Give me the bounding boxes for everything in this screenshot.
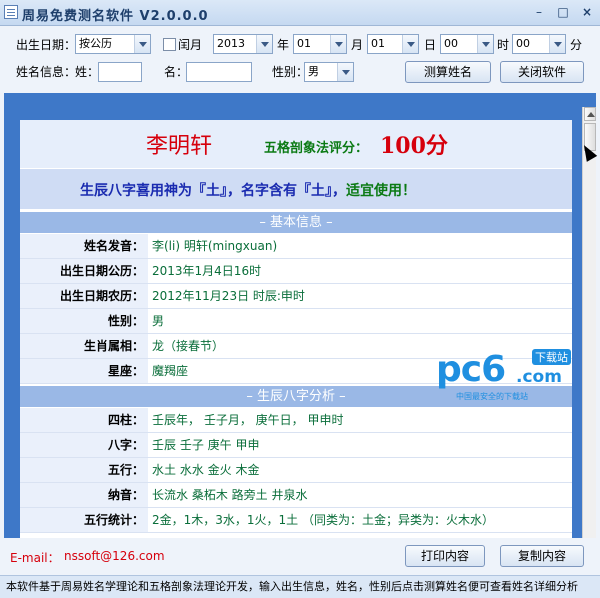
table-row: 五行统计： 2金，1木，3水，1火，1土 （同类为：土金；异类为：火木水） xyxy=(20,508,572,533)
bazi-verdict: 适宜使用！ xyxy=(346,183,416,199)
table-row: 四柱： 壬辰年， 壬子月， 庚午日， 甲申时 xyxy=(20,408,572,433)
minute-select[interactable]: 00 xyxy=(512,34,566,54)
chevron-down-icon xyxy=(549,35,565,53)
month-select[interactable]: 01 xyxy=(293,34,347,54)
status-bar: 本软件基于周易姓名学理论和五格剖象法理论开发，输入出生信息，姓名，性别后点击测算… xyxy=(0,575,600,598)
bazi-summary-text: 生辰八字喜用神为『土』，名字含有『土』，适宜使用！ xyxy=(80,183,416,199)
email-label: E-mail： xyxy=(10,551,60,565)
surname-input[interactable] xyxy=(98,62,142,82)
table-row: 出生日期公历： 2013年1月4日16时 xyxy=(20,259,572,284)
surname-label: 姓： xyxy=(75,65,100,79)
table-row: 纳音： 长流水 桑柘木 路旁土 井泉水 xyxy=(20,483,572,508)
gender-label: 性别： xyxy=(272,65,309,79)
table-row: 八字： 壬辰 壬子 庚午 甲申 xyxy=(20,433,572,458)
minute-value: 00 xyxy=(516,37,530,50)
table-row: 性别：男 xyxy=(20,309,572,334)
result-name: 李明轩 xyxy=(146,134,213,159)
gender-value: 男 xyxy=(308,65,319,78)
hour-value: 00 xyxy=(444,37,458,50)
result-header: 李明轩 五格剖象法评分： 100分 xyxy=(20,120,572,168)
print-button[interactable]: 打印内容 xyxy=(405,545,485,567)
calendar-type-value: 按公历 xyxy=(79,37,112,50)
chevron-down-icon xyxy=(402,35,418,53)
table-row: 五行： 水土 水水 金火 木金 xyxy=(20,458,572,483)
vertical-scrollbar[interactable] xyxy=(582,107,596,538)
day-unit-label: 日 xyxy=(424,38,437,52)
given-name-label: 名： xyxy=(164,65,189,79)
minute-unit-label: 分 xyxy=(570,38,583,52)
birth-date-label: 出生日期： xyxy=(16,38,77,52)
bazi-summary: 生辰八字喜用神为『土』，名字含有『土』，适宜使用！ xyxy=(20,168,572,210)
pc6-watermark-logo: pc6 .com 下载站 中国最安全的下载站 xyxy=(436,345,572,405)
close-window-button[interactable]: × xyxy=(576,2,598,22)
leap-month-checkbox[interactable] xyxy=(163,38,176,51)
table-row: 姓名发音： 李(li) 明轩(mingxuan) xyxy=(20,234,572,259)
section-basic-info: – 基本信息 – xyxy=(20,212,572,233)
email-value: nssoft@126.com xyxy=(64,549,165,563)
calculate-name-button[interactable]: 测算姓名 xyxy=(405,61,491,83)
scroll-up-icon[interactable] xyxy=(584,107,596,121)
score-label: 五格剖象法评分： xyxy=(264,141,369,156)
chevron-down-icon xyxy=(256,35,272,53)
day-select[interactable]: 01 xyxy=(367,34,419,54)
gender-select[interactable]: 男 xyxy=(304,62,354,82)
hour-unit-label: 时 xyxy=(497,38,510,52)
score-value: 100分 xyxy=(380,133,448,159)
result-frame: 李明轩 五格剖象法评分： 100分 生辰八字喜用神为『土』，名字含有『土』，适宜… xyxy=(4,93,596,538)
day-value: 01 xyxy=(371,37,385,50)
name-info-label: 姓名信息： xyxy=(16,65,77,79)
result-content[interactable]: 李明轩 五格剖象法评分： 100分 生辰八字喜用神为『土』，名字含有『土』，适宜… xyxy=(20,120,572,538)
year-unit-label: 年 xyxy=(277,38,290,52)
window-title: 周易免费测名软件 V2.0.0.0 xyxy=(22,9,209,24)
chevron-down-icon xyxy=(337,63,353,81)
title-bar: 周易免费测名软件 V2.0.0.0 – □ × xyxy=(0,0,600,26)
maximize-button[interactable]: □ xyxy=(552,2,574,22)
chevron-down-icon xyxy=(477,35,493,53)
month-unit-label: 月 xyxy=(351,38,364,52)
chevron-down-icon xyxy=(330,35,346,53)
leap-month-label: 闰月 xyxy=(178,38,203,52)
year-select[interactable]: 2013 xyxy=(213,34,273,54)
minimize-button[interactable]: – xyxy=(528,2,550,22)
copy-button[interactable]: 复制内容 xyxy=(500,545,584,567)
calendar-type-select[interactable]: 按公历 xyxy=(75,34,151,54)
table-row: 出生日期农历： 2012年11月23日 时辰:申时 xyxy=(20,284,572,309)
app-icon xyxy=(4,5,18,19)
month-value: 01 xyxy=(297,37,311,50)
hour-select[interactable]: 00 xyxy=(440,34,494,54)
chevron-down-icon xyxy=(134,35,150,53)
given-name-input[interactable] xyxy=(186,62,252,82)
year-value: 2013 xyxy=(217,37,245,50)
close-app-button[interactable]: 关闭软件 xyxy=(500,61,584,83)
